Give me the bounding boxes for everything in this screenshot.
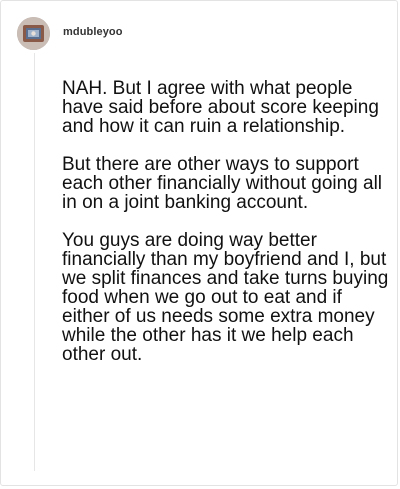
user-avatar-icon[interactable] <box>17 17 50 50</box>
post-paragraph: But there are other ways to support each… <box>62 154 383 213</box>
thread-line <box>34 53 35 471</box>
post-paragraph: You guys are doing way better financiall… <box>62 230 389 365</box>
comment-card: mdubleyoo NAH. But I agree with what peo… <box>0 0 398 486</box>
post-paragraph: NAH. But I agree with what people have s… <box>62 78 379 137</box>
username[interactable]: mdubleyoo <box>63 26 123 38</box>
post-body: NAH. But I agree with what people have s… <box>62 79 392 383</box>
